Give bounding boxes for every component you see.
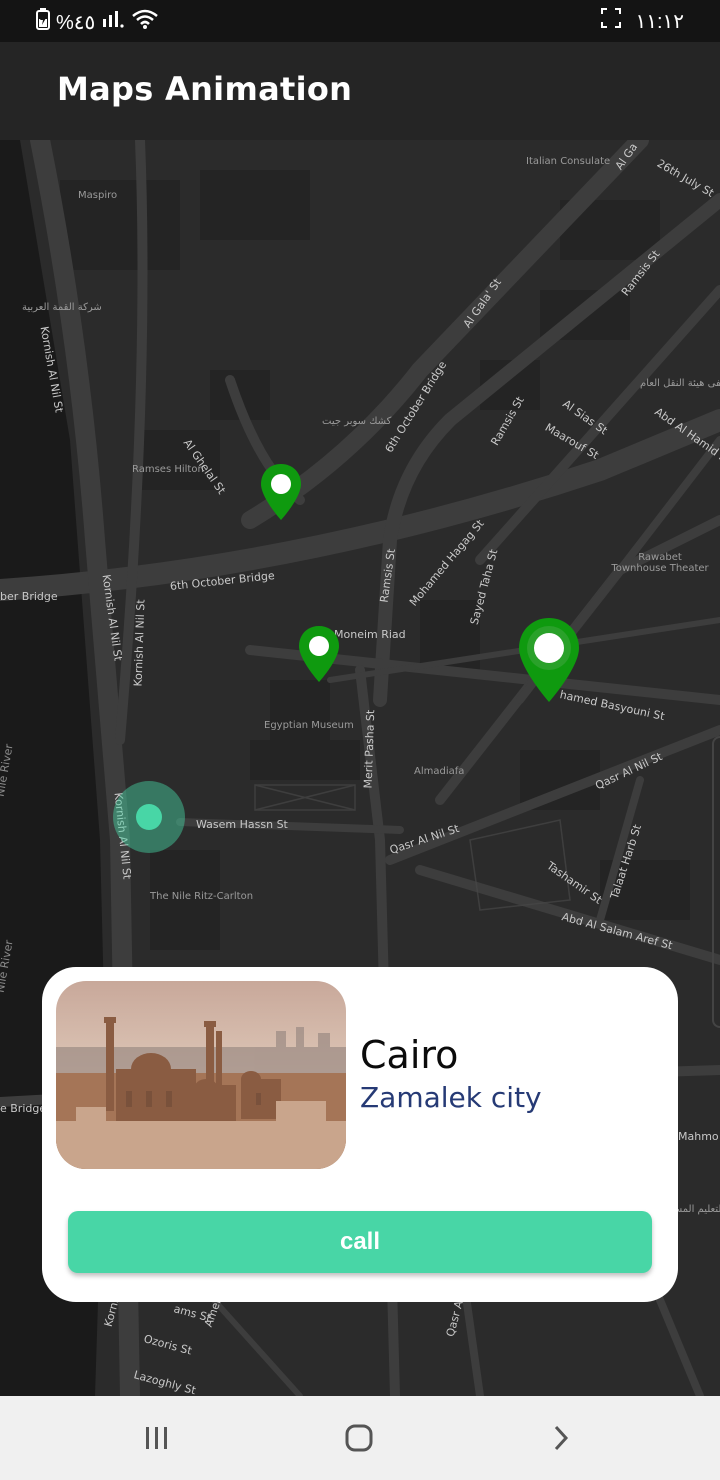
wifi-icon bbox=[131, 8, 159, 36]
recent-apps-button[interactable] bbox=[137, 1418, 177, 1458]
map-label-qimma: شركة القمة العربية bbox=[22, 302, 102, 313]
app-title: Maps Animation bbox=[57, 70, 353, 108]
location-pin-icon bbox=[519, 618, 579, 702]
status-right: ١١:١٢ bbox=[601, 8, 684, 34]
place-subtitle: Zamalek city bbox=[360, 1081, 542, 1114]
location-pin-icon bbox=[261, 464, 301, 520]
map-label-maspiro: Maspiro bbox=[78, 190, 118, 201]
call-button[interactable]: call bbox=[68, 1211, 652, 1273]
edge-panel-handle[interactable] bbox=[712, 736, 720, 1028]
location-pin-icon bbox=[299, 626, 339, 682]
system-nav-bar bbox=[0, 1396, 720, 1480]
signal-icon bbox=[101, 9, 125, 35]
home-icon bbox=[345, 1424, 373, 1452]
place-photo bbox=[56, 981, 346, 1169]
map-label-almadiafa: Almadiafa bbox=[414, 766, 465, 777]
screen-capture-icon bbox=[601, 8, 622, 34]
clock: ١١:١٢ bbox=[635, 10, 684, 33]
place-title: Cairo bbox=[360, 1033, 459, 1077]
map-label-italian-consulate: Italian Consulate bbox=[526, 156, 611, 167]
map-label-canal-suez: كشك سوبر جيت bbox=[322, 416, 392, 427]
map-label-ramses-hilton: Ramses Hilton bbox=[132, 464, 204, 475]
road-label-6th-october-c: ber Bridge bbox=[0, 590, 58, 603]
user-location-indicator bbox=[113, 781, 185, 853]
place-info-card: Cairo Zamalek city call bbox=[42, 967, 678, 1302]
battery-percent: %٤٥ bbox=[56, 11, 96, 34]
road-label-mahmo: Mahmo bbox=[678, 1130, 719, 1143]
back-button[interactable] bbox=[541, 1418, 581, 1458]
map-label-egyptian-museum: Egyptian Museum bbox=[264, 720, 354, 731]
home-button[interactable] bbox=[339, 1418, 379, 1458]
battery-icon bbox=[36, 8, 50, 36]
recent-apps-icon bbox=[146, 1427, 167, 1449]
map-label-nile-ritz: The Nile Ritz-Carlton bbox=[150, 891, 254, 902]
map-label-rawabet: Rawabet Townhouse Theater bbox=[611, 552, 709, 574]
road-label-bridge-left: e Bridge bbox=[0, 1102, 47, 1115]
back-icon bbox=[554, 1425, 569, 1451]
cairo-skyline-image bbox=[56, 981, 346, 1169]
road-label-moneim: Moneim Riad bbox=[334, 628, 406, 641]
road-label-wasem: Wasem Hassn St bbox=[196, 818, 288, 831]
status-bar: %٤٥ ١١:١٢ bbox=[0, 0, 720, 42]
user-location-dot bbox=[136, 804, 162, 830]
road-label-merit-pasha: Merit Pasha St bbox=[361, 709, 378, 789]
map-label-hayaa: شفى هيئة النقل العام bbox=[640, 378, 720, 389]
status-left: %٤٥ bbox=[36, 8, 159, 36]
